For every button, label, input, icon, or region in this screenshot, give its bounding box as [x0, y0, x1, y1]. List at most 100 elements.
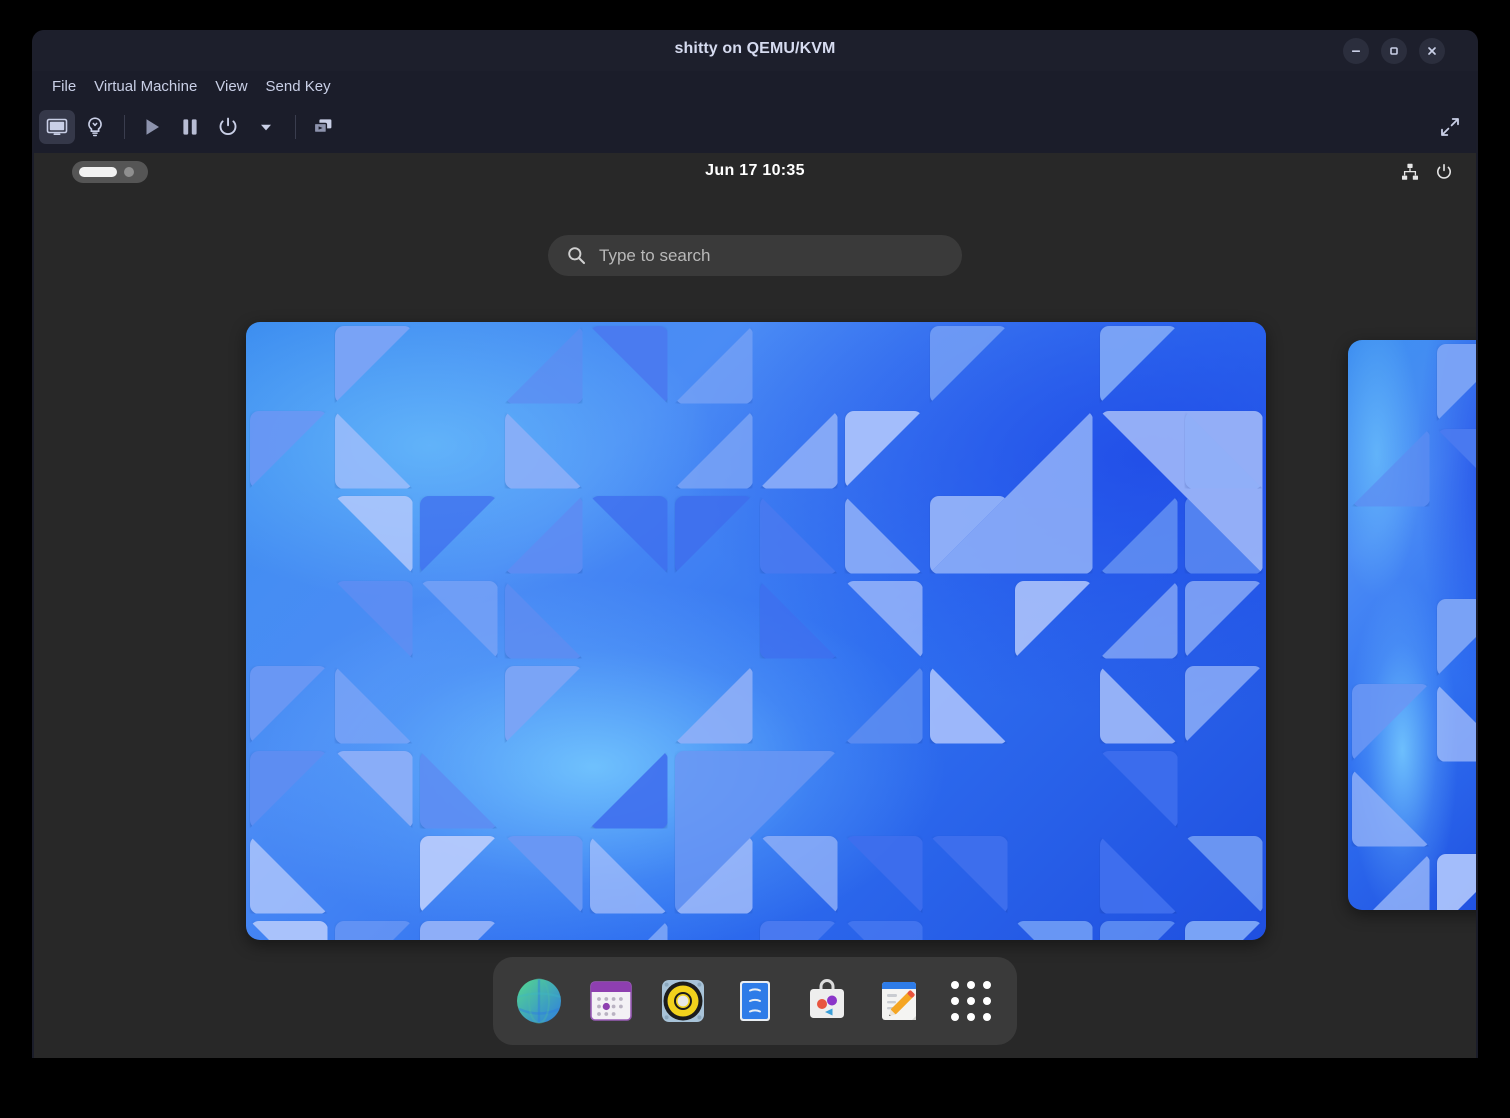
dock-item-calendar[interactable]	[583, 973, 639, 1029]
fullscreen-button[interactable]	[1433, 110, 1467, 144]
minimize-button[interactable]	[1343, 38, 1369, 64]
wallpaper-tile	[929, 495, 1008, 574]
wallpaper-tile	[334, 325, 413, 404]
wallpaper-tile	[504, 835, 583, 914]
wallpaper-tile	[419, 495, 498, 574]
chevron-down-icon	[261, 124, 271, 131]
wallpaper-tile	[504, 580, 583, 659]
snapshots-button[interactable]	[305, 110, 341, 144]
dock-item-software[interactable]	[799, 973, 855, 1029]
shutdown-button[interactable]	[210, 110, 246, 144]
notepad-pencil-icon	[882, 982, 916, 1020]
expand-arrows-icon	[1441, 118, 1459, 136]
wallpaper-tile	[1436, 428, 1476, 507]
wallpaper-tile	[249, 750, 328, 829]
wallpaper-tile	[759, 920, 838, 940]
search-field[interactable]: Type to search	[548, 235, 962, 276]
menu-item-send-key[interactable]: Send Key	[257, 76, 340, 97]
wallpaper-tile	[1184, 410, 1263, 489]
wallpaper-tile	[844, 835, 923, 914]
panel-status-area	[1400, 162, 1454, 187]
close-icon	[1428, 47, 1436, 55]
wallpaper-tile	[1099, 665, 1178, 744]
wallpaper-tile	[334, 495, 413, 574]
search-placeholder: Type to search	[599, 245, 711, 265]
shutdown-menu-button[interactable]	[248, 110, 284, 144]
close-button[interactable]	[1419, 38, 1445, 64]
wallpaper-tile	[674, 835, 753, 914]
lightbulb-icon	[88, 117, 102, 137]
show-console-button[interactable]	[39, 110, 75, 144]
calendar-icon	[590, 981, 632, 1021]
pause-icon	[183, 119, 197, 135]
wallpaper-tile	[1099, 920, 1178, 940]
wallpaper-tile	[1184, 580, 1263, 659]
wallpaper-tile	[1099, 580, 1178, 659]
wallpaper-tile	[1099, 750, 1178, 829]
workspace-thumbnail-current[interactable]	[246, 322, 1266, 940]
screens-icon	[313, 119, 332, 134]
dock-item-text-editor[interactable]	[871, 973, 927, 1029]
wallpaper-tile	[674, 325, 753, 404]
window-title: shitty on QEMU/KVM	[674, 40, 836, 57]
window-titlebar: shitty on QEMU/KVM	[32, 30, 1478, 71]
wallpaper-tile	[674, 410, 753, 489]
maximize-button[interactable]	[1381, 38, 1407, 64]
wallpaper-tile	[759, 495, 838, 574]
wallpaper-tile	[1184, 835, 1263, 914]
desktop-wallpaper	[246, 322, 1266, 940]
wallpaper-tile	[334, 580, 413, 659]
wallpaper-tile	[1099, 835, 1178, 914]
wallpaper-tile	[929, 325, 1008, 404]
network-wired-icon[interactable]	[1400, 162, 1420, 187]
wallpaper-tile	[504, 495, 583, 574]
power-menu-icon[interactable]	[1434, 162, 1454, 187]
wallpaper-tile	[589, 835, 668, 914]
workspace-thumbnail-next[interactable]	[1348, 340, 1476, 910]
dock-item-web[interactable]	[511, 973, 567, 1029]
wallpaper-tile	[1436, 853, 1476, 910]
search-input[interactable]: Type to search	[548, 235, 962, 276]
show-details-button[interactable]	[77, 110, 113, 144]
wallpaper-tile	[504, 410, 583, 489]
wallpaper-tile	[1099, 325, 1178, 404]
wallpaper-tile	[759, 835, 838, 914]
dock	[493, 957, 1017, 1045]
dock-item-music[interactable]	[655, 973, 711, 1029]
wallpaper-tile	[759, 580, 838, 659]
menu-item-virtual-machine[interactable]: Virtual Machine	[85, 76, 206, 97]
grid-dots-icon	[951, 981, 991, 1021]
dock-item-files[interactable]	[727, 973, 783, 1029]
wallpaper-tile	[589, 920, 668, 940]
wallpaper-tile	[1099, 495, 1178, 574]
wallpaper-tile	[1014, 920, 1093, 940]
wallpaper-tile	[249, 920, 328, 940]
wallpaper-tile	[419, 750, 498, 829]
wallpaper-tile	[844, 410, 923, 489]
run-button[interactable]	[134, 110, 170, 144]
guest-display[interactable]: Jun 17 10:35 Type to search	[34, 153, 1476, 1058]
wallpaper-tile	[759, 410, 838, 489]
virt-manager-window: shitty on QEMU/KVM File Virtual Machine …	[32, 30, 1478, 1058]
search-icon	[568, 247, 586, 265]
wallpaper-tile	[929, 665, 1008, 744]
wallpaper-tile	[844, 920, 923, 940]
wallpaper-tile	[334, 750, 413, 829]
menu-item-view[interactable]: View	[206, 76, 256, 97]
wallpaper-tile	[1351, 768, 1430, 847]
pause-button[interactable]	[172, 110, 208, 144]
desktop-wallpaper-next	[1348, 340, 1476, 910]
wallpaper-tile	[589, 750, 668, 829]
monitor-icon	[46, 118, 68, 135]
wallpaper-tile	[1436, 343, 1476, 422]
wallpaper-tile	[1184, 665, 1263, 744]
file-cabinet-icon	[740, 981, 770, 1021]
wallpaper-tile	[674, 665, 753, 744]
wallpaper-tile	[1351, 428, 1430, 507]
panel-clock[interactable]: Jun 17 10:35	[34, 162, 1476, 180]
dock-item-app-grid[interactable]	[943, 973, 999, 1029]
wallpaper-tile	[844, 665, 923, 744]
wallpaper-tile	[504, 325, 583, 404]
menu-item-file[interactable]: File	[43, 76, 85, 97]
maximize-icon	[1390, 47, 1398, 55]
